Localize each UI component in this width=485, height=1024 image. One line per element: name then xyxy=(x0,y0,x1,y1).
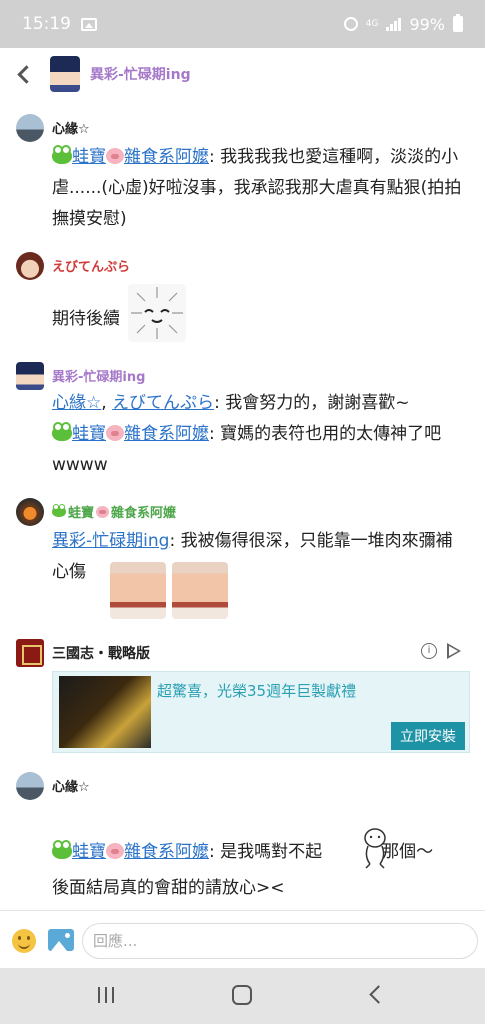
info-icon[interactable]: i xyxy=(421,643,437,659)
pig-emoji-icon xyxy=(96,505,110,518)
adchoices-icon[interactable] xyxy=(447,643,461,659)
frog-emoji-icon xyxy=(52,504,66,517)
sponsored-ad[interactable]: 三國志・戰略版 i 超驚喜，光榮35週年巨製獻禮 立即安裝 xyxy=(0,633,485,763)
sticker-image[interactable] xyxy=(358,824,392,870)
comment-author[interactable]: えびてんぷら xyxy=(52,256,130,275)
comment-item: えびてんぷら 期待後續 xyxy=(0,252,485,352)
reply-composer: 回應... xyxy=(0,910,485,968)
avatar[interactable] xyxy=(16,362,44,390)
alarm-icon xyxy=(343,17,358,31)
ad-headline[interactable]: 超驚喜，光榮35週年巨製獻禮 xyxy=(157,680,356,701)
status-icons: 4G 99% xyxy=(343,14,463,34)
back-button[interactable] xyxy=(0,48,46,100)
avatar[interactable] xyxy=(16,772,44,800)
signal-icon xyxy=(386,17,402,31)
mention-link[interactable]: 蛙寶 xyxy=(72,842,106,862)
mention-link[interactable]: 蛙寶 xyxy=(72,147,106,167)
comment-text: : 我會努力的，謝謝喜歡~ xyxy=(214,393,410,413)
comment-body: 蛙寶 雜食系阿嬤: 是我嗎對不起 那個～ 後面結局真的會甜的請放心>< xyxy=(52,834,463,906)
network-type: 4G xyxy=(365,19,379,29)
mention-link[interactable]: えびてんぷら xyxy=(112,393,214,413)
comment-author[interactable]: 心緣☆ xyxy=(52,776,90,795)
comment-text: 期待後續 xyxy=(52,309,120,329)
mention-link[interactable]: 心緣☆ xyxy=(52,393,101,413)
comment-item: 心緣☆ 蛙寶 雜食系阿嬤: 我我我我也愛這種啊，淡淡的小虐......(心虛)好啦… xyxy=(0,114,485,242)
pig-emoji-icon xyxy=(106,425,124,441)
pig-emoji-icon xyxy=(106,148,124,164)
comment-text: , xyxy=(101,393,113,413)
chevron-left-icon xyxy=(16,64,36,84)
frog-emoji-icon xyxy=(52,840,72,859)
mention-link[interactable]: 雜食系阿嬤 xyxy=(124,147,209,167)
comment-item: 異彩-忙碌期ing 心緣☆, えびてんぷら: 我會努力的，謝謝喜歡~ 蛙寶 雜食系… xyxy=(0,362,485,490)
ad-app-logo xyxy=(16,639,44,667)
sticker-image[interactable] xyxy=(110,562,166,619)
frog-emoji-icon xyxy=(52,422,72,441)
comment-item: 心緣☆ 蛙寶 雜食系阿嬤: 是我嗎對不起 那個～ 後面結局真的會甜的請放心>< xyxy=(0,772,485,910)
status-time: 15:19 xyxy=(22,14,71,34)
image-icon[interactable] xyxy=(48,929,74,951)
comment-item: 蛙寶 雜食系阿嬤 異彩-忙碌期ing: 我被傷得很深，只能靠一堆肉來彌補心傷 xyxy=(0,498,485,628)
avatar[interactable] xyxy=(16,252,44,280)
thread-author-name[interactable]: 異彩-忙碌期ing xyxy=(90,64,191,84)
comment-feed[interactable]: 心緣☆ 蛙寶 雜食系阿嬤: 我我我我也愛這種啊，淡淡的小虐......(心虛)好啦… xyxy=(0,100,485,910)
ad-image xyxy=(59,676,151,748)
status-bar: 15:19 4G 99% xyxy=(0,0,485,48)
mention-link[interactable]: 蛙寶 xyxy=(72,424,106,444)
system-nav-bar xyxy=(0,968,485,1024)
mention-link[interactable]: 雜食系阿嬤 xyxy=(124,842,209,862)
mention-link[interactable]: 異彩-忙碌期ing xyxy=(52,531,169,551)
emoji-icon[interactable] xyxy=(12,929,36,953)
mention-link[interactable]: 雜食系阿嬤 xyxy=(124,424,209,444)
avatar[interactable] xyxy=(16,498,44,526)
sticker-image[interactable] xyxy=(172,562,228,619)
comment-body: 蛙寶 雜食系阿嬤: 我我我我也愛這種啊，淡淡的小虐......(心虛)好啦沒事，我… xyxy=(52,142,463,235)
system-back-button[interactable] xyxy=(369,985,388,1004)
comment-text: : 是我嗎對不起 xyxy=(209,842,323,862)
gallery-icon xyxy=(81,17,97,31)
install-button[interactable]: 立即安裝 xyxy=(391,722,465,750)
frog-emoji-icon xyxy=(52,145,72,164)
comment-author[interactable]: 異彩-忙碌期ing xyxy=(52,366,145,385)
battery-percent: 99% xyxy=(409,14,445,34)
ad-card[interactable]: 超驚喜，光榮35週年巨製獻禮 立即安裝 xyxy=(52,671,470,753)
home-button[interactable] xyxy=(232,985,252,1005)
comment-body: 心緣☆, えびてんぷら: 我會努力的，謝謝喜歡~ 蛙寶 雜食系阿嬤: 寶媽的表符也… xyxy=(52,388,463,481)
battery-icon xyxy=(453,14,463,32)
pig-emoji-icon xyxy=(106,843,124,859)
comment-author[interactable]: 蛙寶 雜食系阿嬤 xyxy=(52,502,176,521)
avatar[interactable] xyxy=(16,114,44,142)
thread-header: 異彩-忙碌期ing xyxy=(0,48,485,100)
comment-author[interactable]: 心緣☆ xyxy=(52,118,90,137)
ad-app-name[interactable]: 三國志・戰略版 xyxy=(52,643,150,663)
author-avatar[interactable] xyxy=(50,56,80,92)
reply-input[interactable]: 回應... xyxy=(82,923,478,959)
recents-button[interactable] xyxy=(98,987,116,1003)
comment-text: 後面結局真的會甜的請放心>< xyxy=(52,878,285,898)
